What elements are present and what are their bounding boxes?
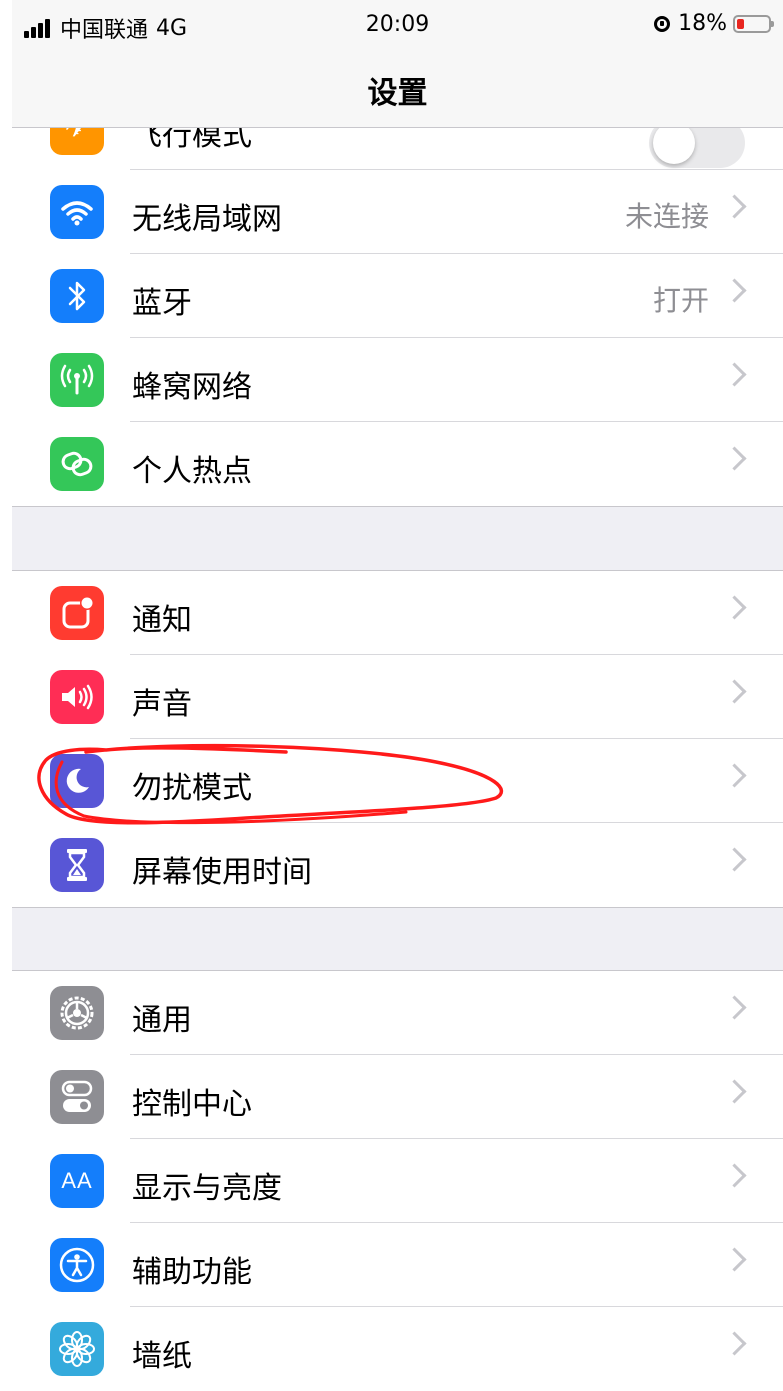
navigation-bar: 设置	[12, 52, 783, 128]
notifications-icon	[50, 586, 104, 640]
settings-row-bluetooth[interactable]: 蓝牙 打开	[12, 254, 783, 338]
chevron-right-icon	[722, 995, 747, 1020]
bluetooth-status-value: 打开	[652, 284, 709, 317]
settings-row-wallpaper[interactable]: 墙纸	[12, 1307, 783, 1391]
speaker-icon	[50, 670, 104, 724]
toggles-icon	[50, 1070, 104, 1124]
row-label: 无线局域网	[132, 202, 282, 237]
bluetooth-icon	[50, 269, 104, 323]
chevron-right-icon	[722, 847, 747, 872]
settings-row-do-not-disturb[interactable]: 勿扰模式	[12, 739, 783, 823]
row-label: 通用	[132, 1003, 192, 1038]
chevron-right-icon	[722, 194, 747, 219]
settings-group-notifications: 通知 声音 勿扰模式 屏幕使用时间	[12, 570, 783, 908]
chevron-right-icon	[722, 763, 747, 788]
row-label: 墙纸	[132, 1339, 192, 1374]
chevron-right-icon	[722, 679, 747, 704]
settings-group-connectivity: 无线局域网 未连接 蓝牙 打开 蜂窝网络 个人热点	[12, 170, 783, 507]
row-label: 通知	[132, 603, 192, 638]
airplane-mode-toggle[interactable]	[649, 128, 745, 168]
chevron-right-icon	[722, 1247, 747, 1272]
wifi-icon	[50, 185, 104, 239]
group-bottom-border	[12, 907, 783, 908]
settings-row-display-brightness[interactable]: AA 显示与亮度	[12, 1139, 783, 1223]
chevron-right-icon	[722, 1079, 747, 1104]
settings-row-accessibility[interactable]: 辅助功能	[12, 1223, 783, 1307]
chevron-right-icon	[722, 595, 747, 620]
row-label: 辅助功能	[132, 1255, 252, 1290]
row-label: 屏幕使用时间	[132, 855, 312, 890]
settings-row-general[interactable]: 通用	[12, 971, 783, 1055]
row-label: 蓝牙	[132, 286, 192, 321]
row-label: 勿扰模式	[132, 771, 252, 806]
chevron-right-icon	[722, 446, 747, 471]
wifi-status-value: 未连接	[624, 200, 709, 233]
hourglass-icon	[50, 838, 104, 892]
status-bar: 中国联通 4G 20:09 18%	[12, 0, 783, 52]
gear-icon	[50, 986, 104, 1040]
settings-row-notifications[interactable]: 通知	[12, 571, 783, 655]
settings-row-airplane-mode[interactable]: ✈ 飞行模式	[12, 128, 783, 170]
row-label: 显示与亮度	[132, 1171, 282, 1206]
row-label: 飞行模式	[132, 128, 252, 153]
hotspot-link-icon	[50, 437, 104, 491]
moon-icon	[50, 754, 104, 808]
settings-row-control-center[interactable]: 控制中心	[12, 1055, 783, 1139]
settings-row-screen-time[interactable]: 屏幕使用时间	[12, 823, 783, 907]
text-size-icon: AA	[50, 1154, 104, 1208]
settings-row-cellular[interactable]: 蜂窝网络	[12, 338, 783, 422]
chevron-right-icon	[722, 278, 747, 303]
settings-group-airplane: ✈ 飞行模式	[12, 128, 783, 170]
settings-row-sounds[interactable]: 声音	[12, 655, 783, 739]
battery-icon	[733, 14, 774, 33]
text-size-glyph: AA	[61, 1168, 93, 1193]
battery-percent: 18%	[678, 11, 727, 36]
status-right: 18%	[654, 11, 774, 36]
page-title: 设置	[367, 76, 428, 111]
row-label: 个人热点	[132, 454, 252, 489]
rotation-lock-icon	[654, 15, 671, 32]
settings-row-wifi[interactable]: 无线局域网 未连接	[12, 170, 783, 254]
cellular-antenna-icon	[50, 353, 104, 407]
accessibility-icon	[50, 1238, 104, 1292]
row-label: 控制中心	[132, 1087, 252, 1122]
airplane-icon: ✈	[50, 128, 104, 155]
chevron-right-icon	[722, 362, 747, 387]
group-bottom-border	[12, 506, 783, 507]
toggle-knob	[653, 128, 695, 164]
settings-row-hotspot[interactable]: 个人热点	[12, 422, 783, 506]
wallpaper-flower-icon	[50, 1322, 104, 1376]
row-label: 声音	[132, 687, 192, 722]
chevron-right-icon	[722, 1331, 747, 1356]
settings-group-general: 通用 控制中心 AA 显示与亮度 辅助功能 墙纸	[12, 970, 783, 1391]
chevron-right-icon	[722, 1163, 747, 1188]
row-label: 蜂窝网络	[132, 370, 252, 405]
